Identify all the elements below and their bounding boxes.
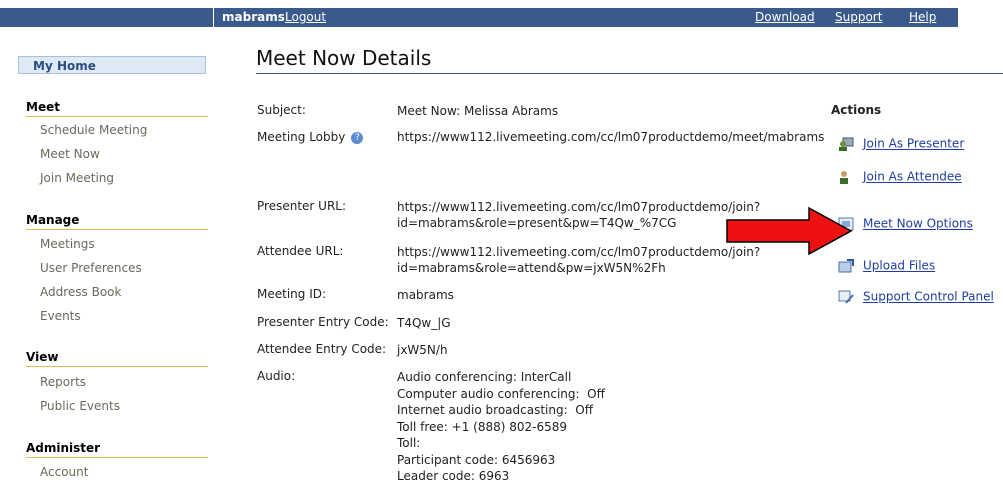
audio-label: Audio:: [257, 369, 296, 383]
presenter-url-label: Presenter URL:: [257, 199, 347, 213]
audio-value: Audio conferencing: InterCall Computer a…: [397, 370, 605, 483]
attendee-url-value: https://www112.livemeeting.com/cc/lm07pr…: [397, 245, 761, 275]
meeting-lobby-value: https://www112.livemeeting.com/cc/lm07pr…: [397, 130, 825, 144]
nav-item-address-book[interactable]: Address Book: [40, 285, 121, 299]
actions-heading: Actions: [831, 103, 882, 117]
support-link[interactable]: Support: [835, 10, 882, 24]
subject-label: Subject:: [257, 103, 306, 117]
upload-files-link[interactable]: Upload Files: [863, 259, 935, 273]
my-home-button[interactable]: My Home: [18, 56, 206, 74]
join-as-presenter-action[interactable]: Join As Presenter: [838, 136, 964, 151]
attendee-icon: [838, 170, 854, 184]
upload-icon: [838, 258, 854, 273]
attendee-url-label: Attendee URL:: [257, 244, 344, 258]
logout-link[interactable]: Logout: [285, 10, 326, 24]
top-bar: mabrams Logout Download Support Help: [0, 0, 1003, 34]
nav-item-public-events[interactable]: Public Events: [40, 399, 120, 413]
nav-item-schedule-meeting[interactable]: Schedule Meeting: [40, 123, 147, 137]
nav-heading-view: View: [26, 350, 208, 367]
subject-value: Meet Now: Melissa Abrams: [397, 104, 559, 118]
nav-heading-administer: Administer: [26, 441, 208, 458]
username: mabrams: [222, 10, 285, 24]
support-control-panel-link[interactable]: Support Control Panel: [863, 290, 994, 304]
red-arrow-annotation: [726, 206, 853, 256]
nav-item-join-meeting[interactable]: Join Meeting: [40, 171, 114, 185]
support-control-panel-action[interactable]: Support Control Panel: [838, 289, 994, 304]
nav-item-meet-now[interactable]: Meet Now: [40, 147, 100, 161]
meet-now-options-link[interactable]: Meet Now Options: [863, 217, 973, 231]
top-bar-divider: [213, 8, 214, 27]
nav-item-reports[interactable]: Reports: [40, 375, 86, 389]
attendee-entry-code-value: jxW5N/h: [397, 343, 448, 357]
meeting-lobby-label: Meeting Lobby?: [257, 130, 364, 144]
nav-item-events[interactable]: Events: [40, 309, 81, 323]
nav-item-meetings[interactable]: Meetings: [40, 237, 95, 251]
meeting-id-label: Meeting ID:: [257, 287, 327, 301]
nav-heading-manage: Manage: [26, 213, 208, 230]
help-icon[interactable]: ?: [351, 131, 364, 144]
title-divider: [256, 73, 1003, 74]
attendee-entry-code-label: Attendee Entry Code:: [257, 342, 387, 356]
nav-item-user-preferences[interactable]: User Preferences: [40, 261, 142, 275]
meet-now-options-action[interactable]: Meet Now Options: [838, 216, 973, 231]
join-as-attendee-action[interactable]: Join As Attendee: [838, 169, 962, 184]
upload-files-action[interactable]: Upload Files: [838, 258, 935, 273]
nav-heading-meet: Meet: [26, 100, 208, 117]
help-link[interactable]: Help: [909, 10, 936, 24]
presenter-icon: [838, 137, 854, 151]
join-as-presenter-link[interactable]: Join As Presenter: [863, 137, 964, 151]
meeting-id-value: mabrams: [397, 288, 454, 302]
presenter-entry-code-value: T4Qw_|G: [397, 316, 451, 330]
presenter-url-value: https://www112.livemeeting.com/cc/lm07pr…: [397, 200, 761, 230]
meeting-lobby-label-text: Meeting Lobby: [257, 130, 346, 144]
page-title: Meet Now Details: [256, 46, 432, 70]
control-panel-icon: [838, 290, 854, 304]
nav-item-account[interactable]: Account: [40, 465, 88, 479]
presenter-entry-code-label: Presenter Entry Code:: [257, 315, 389, 329]
join-as-attendee-link[interactable]: Join As Attendee: [863, 170, 962, 184]
download-link[interactable]: Download: [755, 10, 815, 24]
